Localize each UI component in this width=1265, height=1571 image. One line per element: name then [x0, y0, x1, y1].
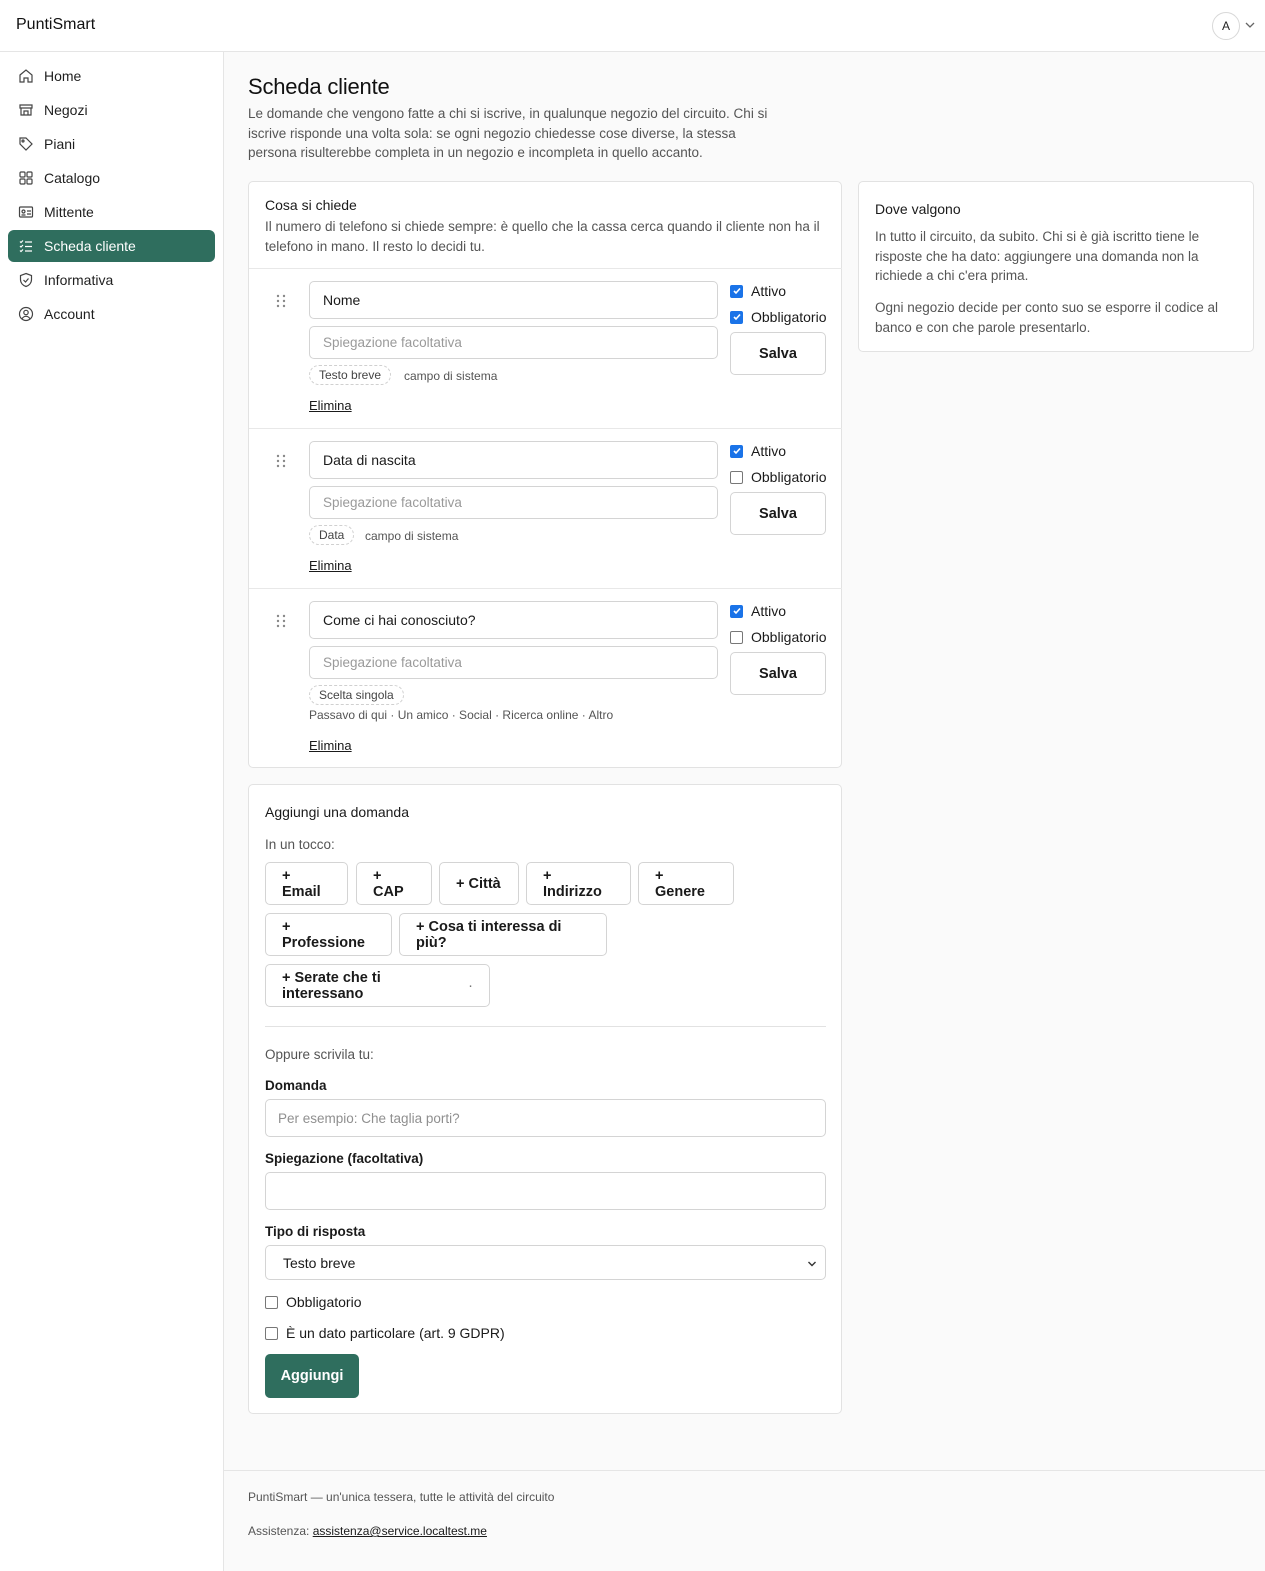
required-checkbox[interactable]: Obbligatorio: [265, 1294, 362, 1310]
question-type-badge: Data: [309, 525, 355, 545]
quick-add-professione-button[interactable]: + Professione: [265, 913, 392, 956]
quick-add-indirizzo-button[interactable]: + Indirizzo: [526, 862, 631, 905]
explanation-input[interactable]: [265, 1172, 826, 1210]
quick-label: In un tocco:: [265, 837, 335, 852]
question-explanation-input[interactable]: [309, 486, 718, 519]
quick-add-email-button[interactable]: + Email: [265, 862, 348, 905]
sidebar-item-label: Scheda cliente: [44, 238, 136, 254]
sidebar-item-home[interactable]: Home: [8, 60, 215, 92]
quick-add-serate-button[interactable]: + Serate che ti interessano ·: [265, 964, 490, 1007]
tag-icon: [19, 137, 33, 151]
sidebar-item-label: Piani: [44, 136, 76, 152]
top-bar: PuntiSmart A: [0, 0, 1265, 52]
sidebar-item-informativa[interactable]: Informativa: [8, 264, 215, 296]
answer-type-label: Tipo di risposta: [265, 1224, 366, 1239]
question-name-input[interactable]: [309, 441, 718, 479]
drag-handle-icon[interactable]: [275, 453, 287, 469]
page-title: Scheda cliente: [248, 74, 390, 99]
question-name-input[interactable]: [309, 281, 718, 319]
answer-options: Passavo di qui · Un amico · Social · Ric…: [309, 708, 614, 722]
question-row: Testo breve campo di sistema Elimina Att…: [249, 268, 842, 428]
delete-link[interactable]: Elimina: [309, 558, 352, 573]
or-label: Oppure scrivila tu:: [265, 1047, 374, 1062]
support-email-link[interactable]: assistenza@service.localtest.me: [313, 1524, 487, 1538]
sidebar-item-label: Catalogo: [44, 170, 101, 186]
sidebar-item-label: Home: [44, 68, 82, 84]
save-button[interactable]: Salva: [730, 492, 826, 535]
question-explanation-input[interactable]: [309, 646, 718, 679]
sidebar: Home Negozi Piani Catalogo Mittente Sche…: [0, 52, 224, 1571]
add-question-card: Aggiungi una domanda In un tocco: + Emai…: [248, 784, 842, 1414]
sidebar-item-piani[interactable]: Piani: [8, 128, 215, 160]
save-button[interactable]: Salva: [730, 652, 826, 695]
drag-handle-icon[interactable]: [275, 293, 287, 309]
question-type-badge: Scelta singola: [309, 685, 404, 705]
store-icon: [19, 104, 33, 116]
explanation-label: Spiegazione (facoltativa): [265, 1151, 424, 1166]
footer-tagline: PuntiSmart — un'unica tessera, tutte le …: [248, 1490, 555, 1504]
page-intro: Le domande che vengono fatte a chi si is…: [248, 106, 768, 160]
brand-logo[interactable]: PuntiSmart: [16, 16, 95, 34]
footer-support: Assistenza: assistenza@service.localtest…: [248, 1524, 487, 1538]
where-card: Dove valgono In tutto il circuito, da su…: [858, 181, 1254, 352]
system-field-note: campo di sistema: [365, 529, 459, 543]
chevron-down-icon[interactable]: [1244, 19, 1256, 31]
main-content: Scheda cliente Le domande che vengono fa…: [224, 52, 1265, 1571]
sidebar-item-catalogo[interactable]: Catalogo: [8, 162, 215, 194]
sidebar-item-label: Informativa: [44, 272, 114, 288]
delete-link[interactable]: Elimina: [309, 398, 352, 413]
footer: PuntiSmart — un'unica tessera, tutte le …: [224, 1470, 1265, 1571]
home-icon: [19, 69, 33, 83]
quick-add-interessi-button[interactable]: + Cosa ti interessa di più?: [399, 913, 607, 956]
quick-add-cap-button[interactable]: + CAP: [356, 862, 432, 905]
question-input[interactable]: [265, 1099, 826, 1137]
chevron-down-icon: [808, 1261, 816, 1267]
user-circle-icon: [18, 306, 34, 322]
sidebar-item-scheda-cliente[interactable]: Scheda cliente: [8, 230, 215, 262]
where-title: Dove valgono: [875, 201, 961, 217]
system-field-note: campo di sistema: [404, 369, 498, 383]
required-checkbox[interactable]: Obbligatorio: [730, 629, 827, 645]
active-checkbox[interactable]: Attivo: [730, 603, 786, 619]
where-paragraph: In tutto il circuito, da subito. Chi si …: [875, 229, 1200, 283]
questions-title: Cosa si chiede: [265, 197, 357, 213]
question-row: Scelta singola Passavo di qui · Un amico…: [249, 588, 842, 768]
required-checkbox[interactable]: Obbligatorio: [730, 309, 827, 325]
delete-link[interactable]: Elimina: [309, 738, 352, 753]
sidebar-item-mittente[interactable]: Mittente: [8, 196, 215, 228]
add-button[interactable]: Aggiungi: [265, 1354, 359, 1398]
grid-icon: [19, 171, 33, 185]
gdpr-checkbox[interactable]: È un dato particolare (art. 9 GDPR): [265, 1325, 505, 1341]
where-paragraph: Ogni negozio decide per conto suo se esp…: [875, 300, 1218, 335]
questions-card: Cosa si chiede Il numero di telefono si …: [248, 181, 842, 768]
question-row: Data campo di sistema Elimina Attivo Obb…: [249, 428, 842, 588]
save-button[interactable]: Salva: [730, 332, 826, 375]
sidebar-item-label: Account: [44, 306, 95, 322]
drag-handle-icon[interactable]: [275, 613, 287, 629]
sidebar-item-negozi[interactable]: Negozi: [8, 94, 215, 126]
answer-type-select[interactable]: Testo breve: [265, 1245, 826, 1280]
required-checkbox[interactable]: Obbligatorio: [730, 469, 827, 485]
quick-add-citta-button[interactable]: + Città: [439, 862, 519, 905]
question-explanation-input[interactable]: [309, 326, 718, 359]
sidebar-item-label: Negozi: [44, 102, 88, 118]
question-type-badge: Testo breve: [309, 365, 392, 385]
active-checkbox[interactable]: Attivo: [730, 283, 786, 299]
id-card-icon: [18, 206, 34, 218]
checklist-icon: [19, 240, 32, 253]
quick-add-genere-button[interactable]: + Genere: [638, 862, 734, 905]
avatar[interactable]: A: [1212, 12, 1240, 40]
questions-desc: Il numero di telefono si chiede sempre: …: [265, 219, 820, 254]
question-name-input[interactable]: [309, 601, 718, 639]
sidebar-item-account[interactable]: Account: [8, 298, 215, 330]
question-label: Domanda: [265, 1078, 327, 1093]
active-checkbox[interactable]: Attivo: [730, 443, 786, 459]
add-title: Aggiungi una domanda: [265, 804, 410, 820]
sidebar-item-label: Mittente: [44, 204, 94, 220]
divider: [265, 1026, 826, 1027]
shield-icon: [19, 272, 33, 288]
